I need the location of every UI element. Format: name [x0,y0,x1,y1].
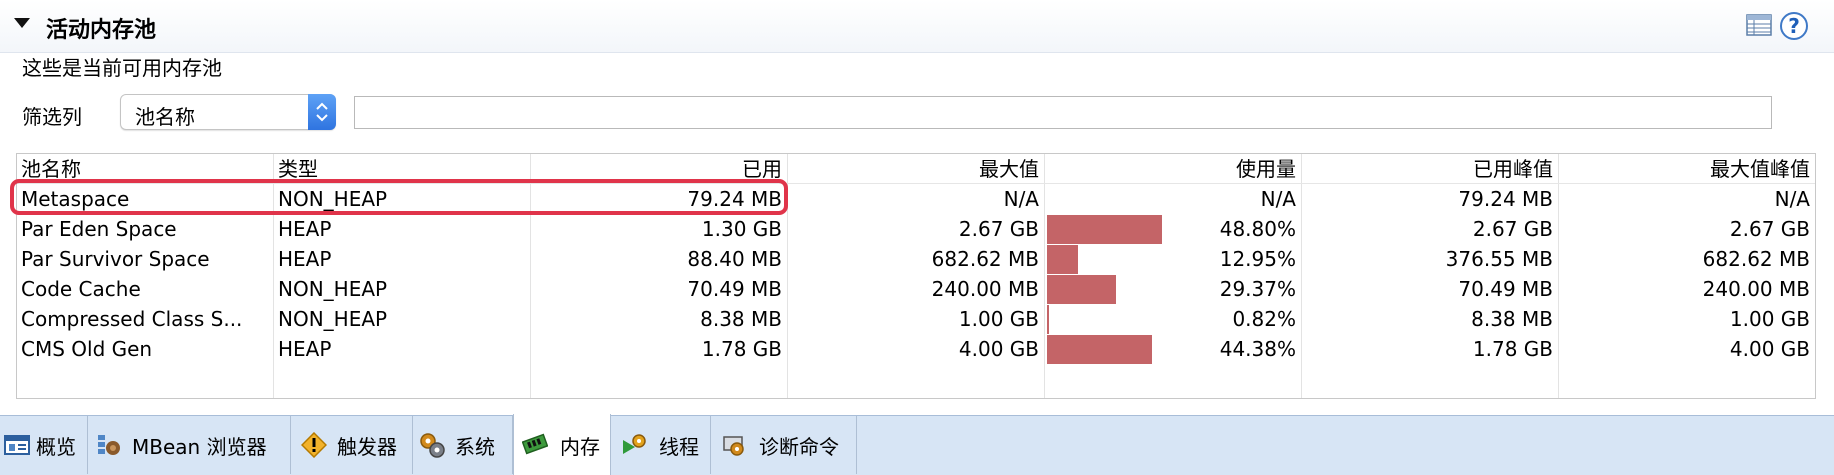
cell-type: HEAP [278,337,332,361]
cell-peak-max: 1.00 GB [1729,307,1810,331]
system-icon [420,433,445,458]
cell-peak-used: 70.49 MB [1458,277,1553,301]
cell-usage: 0.82% [1232,307,1296,331]
diagnostic-icon [723,436,744,456]
header-peak-used[interactable]: 已用峰值 [1306,154,1553,184]
tab-label: 诊断命令 [759,435,839,459]
highlight-box [10,179,788,215]
cell-peak-max: 682.62 MB [1702,247,1810,271]
select-updown-icon [308,94,336,130]
cell-max: N/A [1003,187,1039,211]
filter-text-input[interactable] [354,96,1772,129]
cell-usage: N/A [1260,187,1296,211]
cell-pool-name: Par Eden Space [21,217,177,241]
tab-mbean-browser[interactable]: MBean 浏览器 [88,416,291,474]
cell-max: 682.62 MB [931,247,1039,271]
tab-threads[interactable]: 线程 [611,416,711,474]
cell-usage: 48.80% [1219,217,1296,241]
cell-usage: 44.38% [1219,337,1296,361]
table-row[interactable]: Par Survivor Space HEAP 88.40 MB 682.62 MB 1… [17,244,1815,274]
cell-pool-name: Code Cache [21,277,141,301]
cell-type: HEAP [278,247,332,271]
filter-label: 筛选列 [22,105,82,129]
header-peak-max[interactable]: 最大值峰值 [1563,154,1810,184]
cell-peak-used: 8.38 MB [1471,307,1553,331]
section-title: 活动内存池 [46,18,157,43]
cell-type: NON_HEAP [278,277,388,301]
filter-column-value: 池名称 [135,105,195,129]
tab-label: 概览 [36,435,76,459]
cell-max: 1.00 GB [958,307,1039,331]
collapse-triangle-icon[interactable] [14,18,30,28]
tab-label: 触发器 [337,435,397,459]
overview-icon [4,435,30,455]
memory-icon [522,433,548,455]
cell-used: 1.30 GB [701,217,782,241]
cell-used: 1.78 GB [701,337,782,361]
cell-type: HEAP [278,217,332,241]
tab-triggers[interactable]: 触发器 [291,416,413,474]
cell-peak-max: 2.67 GB [1729,217,1810,241]
cell-used: 8.38 MB [700,307,782,331]
table-row[interactable]: Code Cache NON_HEAP 70.49 MB 240.00 MB 29.37… [17,274,1815,304]
cell-peak-used: 2.67 GB [1472,217,1553,241]
tab-label: 线程 [659,435,699,459]
cell-max: 4.00 GB [958,337,1039,361]
table-row[interactable]: Compressed Class S... NON_HEAP 8.38 MB 1.00… [17,304,1815,334]
tab-memory[interactable]: 内存 [513,414,611,475]
cell-usage: 29.37% [1219,277,1296,301]
thread-icon [623,434,646,454]
table-view-icon[interactable] [1746,14,1772,36]
cell-usage: 12.95% [1219,247,1296,271]
cell-peak-used: 1.78 GB [1472,337,1553,361]
cell-used: 70.49 MB [687,277,782,301]
tab-label: MBean 浏览器 [132,435,267,459]
cell-max: 240.00 MB [931,277,1039,301]
cell-pool-name: CMS Old Gen [21,337,153,361]
table-row[interactable]: CMS Old Gen HEAP 1.78 GB 4.00 GB 44.38% 1.78 … [17,334,1815,364]
cell-pool-name: Compressed Class S... [21,307,243,331]
tab-label: 内存 [560,435,600,459]
mbean-icon [98,435,120,455]
cell-type: NON_HEAP [278,307,388,331]
section-description: 这些是当前可用内存池 [22,56,222,80]
cell-peak-max: N/A [1774,187,1810,211]
cell-peak-used: 376.55 MB [1445,247,1553,271]
filter-column-select[interactable]: 池名称 [120,94,336,130]
bottom-tab-bar: 概览 MBean 浏览器 触发器 系统 内存 线程 诊断命令 [0,414,1834,475]
tab-system[interactable]: 系统 [413,416,513,474]
help-icon[interactable]: ? [1780,12,1808,40]
cell-pool-name: Par Survivor Space [21,247,210,271]
cell-peak-max: 4.00 GB [1729,337,1810,361]
cell-peak-max: 240.00 MB [1702,277,1810,301]
tab-label: 系统 [455,435,495,459]
header-max[interactable]: 最大值 [792,154,1039,184]
cell-used: 88.40 MB [687,247,782,271]
cell-peak-used: 79.24 MB [1458,187,1553,211]
cell-max: 2.67 GB [958,217,1039,241]
header-usage[interactable]: 使用量 [1049,154,1296,184]
tab-overview[interactable]: 概览 [0,416,88,474]
tab-diagnostic-commands[interactable]: 诊断命令 [711,416,857,474]
section-header: 活动内存池 ? [0,0,1834,53]
table-row[interactable]: Par Eden Space HEAP 1.30 GB 2.67 GB 48.80% 2.… [17,214,1815,244]
trigger-icon [301,432,327,458]
